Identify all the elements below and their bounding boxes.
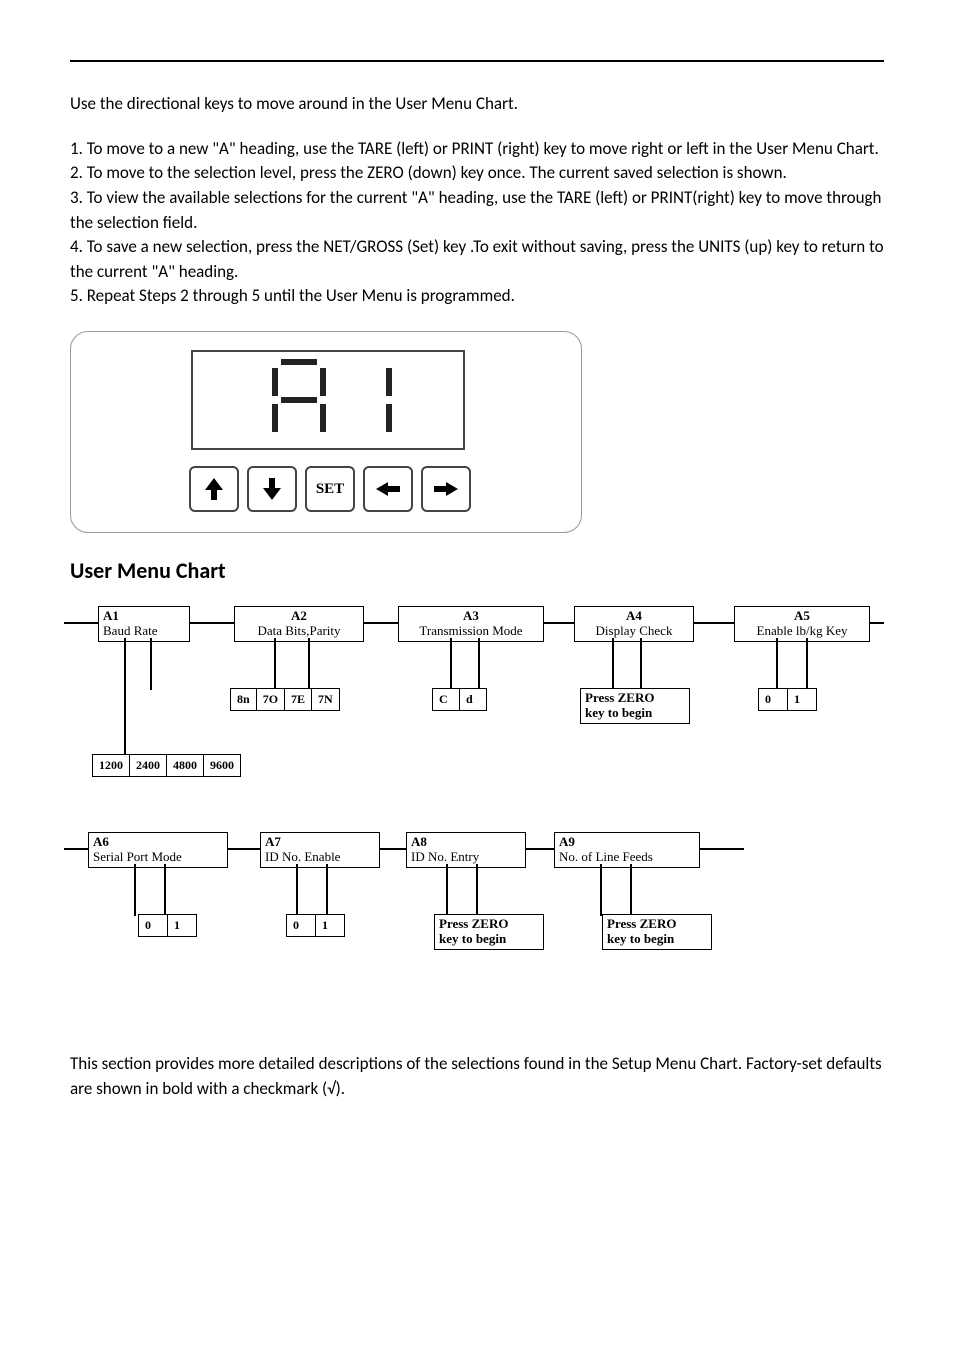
a4-option-text: Press ZERO key to begin [580, 688, 690, 724]
down-arrow-button [247, 466, 297, 512]
closing-text: This section provides more detailed desc… [70, 1052, 884, 1101]
a1-options: 1200 2400 4800 9600 [92, 754, 241, 777]
step-4: 4. To save a new selection, press the NE… [70, 235, 884, 284]
set-button: SET [305, 466, 355, 512]
node-a5: A5 Enable lb/kg Key [734, 606, 870, 642]
step-2: 2. To move to the selection level, press… [70, 161, 884, 186]
a2-options: 8n 7O 7E 7N [230, 688, 340, 711]
node-a7: A7 ID No. Enable [260, 832, 380, 868]
step-5: 5. Repeat Steps 2 through 5 until the Us… [70, 284, 884, 309]
node-a3: A3 Transmission Mode [398, 606, 544, 642]
node-a1: A1 Baud Rate [98, 606, 190, 642]
top-rule [70, 60, 884, 62]
step-1: 1. To move to a new "A" heading, use the… [70, 137, 884, 162]
lcd-display [191, 350, 465, 450]
node-a4: A4 Display Check [574, 606, 694, 642]
a7-options: 0 1 [286, 914, 345, 937]
node-a9: A9 No. of Line Feeds [554, 832, 700, 868]
left-arrow-button [363, 466, 413, 512]
button-row: SET [189, 466, 471, 512]
node-a6: A6 Serial Port Mode [88, 832, 228, 868]
node-a8: A8 ID No. Entry [406, 832, 526, 868]
a8-option-text: Press ZERO key to begin [434, 914, 544, 950]
steps-block: 1. To move to a new "A" heading, use the… [70, 137, 884, 309]
a5-options: 0 1 [758, 688, 817, 711]
display-panel: SET [70, 331, 582, 533]
up-arrow-button [189, 466, 239, 512]
menu-chart: A1 Baud Rate 1200 2400 4800 9600 A2 Data… [64, 602, 884, 1022]
a6-options: 0 1 [138, 914, 197, 937]
a3-options: C d [432, 688, 487, 711]
step-3: 3. To view the available selections for … [70, 186, 884, 235]
node-a2: A2 Data Bits,Parity [234, 606, 364, 642]
a9-option-text: Press ZERO key to begin [602, 914, 712, 950]
intro-text: Use the directional keys to move around … [70, 92, 884, 117]
section-title: User Menu Chart [70, 557, 884, 584]
right-arrow-button [421, 466, 471, 512]
